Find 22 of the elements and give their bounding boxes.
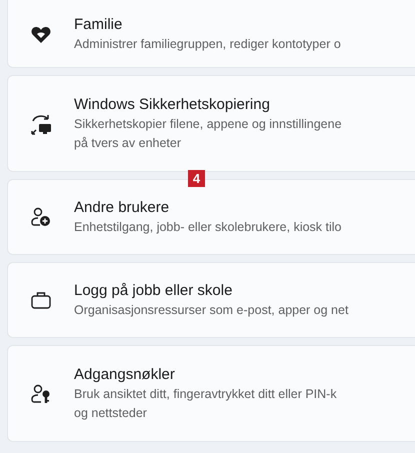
card-title: Adgangsnøkler xyxy=(74,364,176,384)
settings-card[interactable]: Windows Sikkerhetskopiering Sikkerhetskopier filene, appene og innstillingene på tvers av enheter xyxy=(7,75,415,172)
card-title: Andre brukere xyxy=(74,198,170,218)
settings-card[interactable]: Adgangsnøkler Bruk ansiktet ditt, fingeravtrykket ditt eller PIN-k og nettsteder xyxy=(7,345,415,442)
briefcase-icon xyxy=(31,291,51,309)
settings-card[interactable]: Logg på jobb eller skole Organisasjonsressurser som e-post, apper og net xyxy=(7,262,415,338)
sync-monitor-icon xyxy=(30,112,52,134)
card-description: og nettsteder xyxy=(74,404,148,422)
card-title: Windows Sikkerhetskopiering xyxy=(74,94,271,114)
card-title: Logg på jobb eller skole xyxy=(74,280,234,300)
add-user-icon xyxy=(31,207,51,227)
settings-card[interactable]: Familie Administrer familiegruppen, rediger kontotyper o xyxy=(7,0,415,68)
card-description: på tvers av enheter xyxy=(74,134,182,152)
card-description: Bruk ansiktet ditt, fingeravtrykket ditt eller PIN-k xyxy=(74,386,337,403)
card-description: Enhetstilgang, jobb- eller skolebrukere, kiosk tilo xyxy=(74,218,342,236)
card-description: Organisasjonsressurser som e-post, apper og net xyxy=(74,302,348,319)
card-title: Familie xyxy=(74,15,124,35)
user-key-icon xyxy=(31,384,51,404)
number-badge: 4 xyxy=(188,170,205,187)
card-description: Administrer familiegruppen, rediger kontotyper o xyxy=(74,36,341,53)
heart-icon xyxy=(31,26,51,44)
card-description: Sikkerhetskopier filene, appene og innstillingene xyxy=(74,116,342,133)
